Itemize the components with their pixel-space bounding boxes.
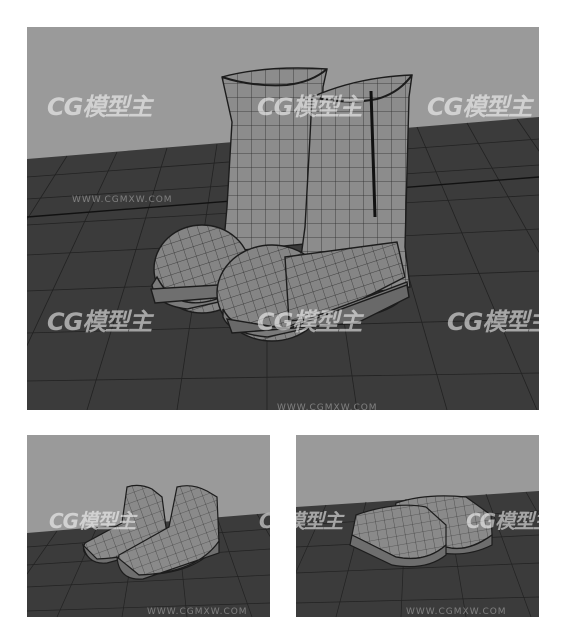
low-shoes-scene <box>27 484 270 617</box>
viewport-low-shoes[interactable]: CG模型主 CG模型主 WWW.CGMXW.COM <box>27 435 270 617</box>
flat-shoes-scene <box>296 491 539 617</box>
viewport-flat-shoes[interactable]: CG模型主 CG模型主 WWW.CGMXW.COM <box>296 435 539 617</box>
boots-scene <box>27 67 539 410</box>
viewport-boots[interactable]: CG模型主 CG模型主 CG模型主 CG模型主 CG模型主 CG模型主 WWW.… <box>27 27 539 410</box>
